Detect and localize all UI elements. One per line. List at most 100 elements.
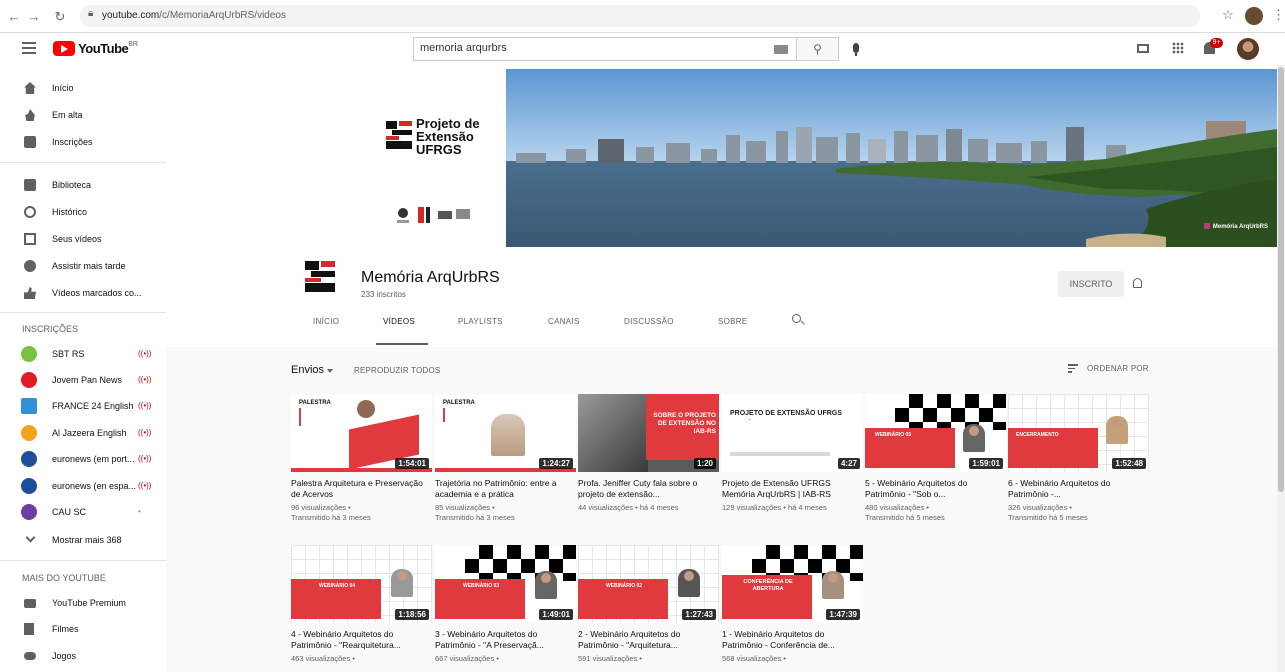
video-title[interactable]: Trajetória no Patrimônio: entre a academ… xyxy=(435,478,576,500)
sidebar-item-movies[interactable]: Filmes xyxy=(0,616,166,642)
sort-icon[interactable] xyxy=(1068,364,1078,375)
search-icon: ⚲ xyxy=(813,42,822,56)
tab-playlists[interactable]: PLAYLISTS xyxy=(458,317,503,326)
video-views: 326 visualizações • xyxy=(1008,503,1072,512)
video-title[interactable]: 3 - Webinário Arquitetos do Patrimônio -… xyxy=(435,629,576,651)
video-thumbnail[interactable]: ENCERRAMENTO 1:52:48 xyxy=(1008,394,1149,472)
video-thumbnail[interactable]: WEBINÁRIO 03 1:49:01 xyxy=(435,545,576,623)
video-thumbnail[interactable]: PROJETO DE EXTENSÃO UFRGS MEMÓRIA ARQURB… xyxy=(722,394,863,472)
browser-profile-avatar[interactable] xyxy=(1245,7,1263,25)
subscribed-button[interactable]: INSCRITO xyxy=(1058,271,1124,297)
video-duration: 1:24:27 xyxy=(539,458,573,469)
back-icon[interactable]: ← xyxy=(6,9,22,25)
video-title[interactable]: 6 - Webinário Arquitetos do Patrimônio -… xyxy=(1008,478,1149,500)
tab-discussion[interactable]: DISCUSSÃO xyxy=(624,317,674,326)
channel-avatar[interactable] xyxy=(303,259,337,293)
uploads-dropdown[interactable]: Envios xyxy=(291,364,324,376)
sidebar-channel-france24[interactable]: FRANCE 24 English ((•)) xyxy=(0,393,166,419)
scrollbar-thumb[interactable] xyxy=(1278,67,1284,492)
channel-avatar xyxy=(21,451,37,467)
search-input[interactable] xyxy=(420,42,760,54)
video-title[interactable]: 1 - Webinário Arquitetos do Patrimônio -… xyxy=(722,629,863,651)
sidebar: Início Em alta Inscrições Biblioteca His… xyxy=(0,65,166,672)
youtube-play-icon xyxy=(53,41,75,56)
reload-icon[interactable]: ↻ xyxy=(52,9,68,25)
sidebar-item-library[interactable]: Biblioteca xyxy=(0,172,166,198)
sidebar-item-home[interactable]: Início xyxy=(0,75,166,101)
sidebar-item-subscriptions[interactable]: Inscrições xyxy=(0,129,166,155)
sidebar-item-liked-videos[interactable]: Vídeos marcados co... xyxy=(0,280,166,306)
tab-home[interactable]: INÍCIO xyxy=(313,317,339,326)
sidebar-channel-cau-sc[interactable]: CAU SC • xyxy=(0,499,166,525)
hamburger-menu-icon[interactable] xyxy=(22,42,36,54)
play-all-button[interactable]: REPRODUZIR TODOS xyxy=(354,366,440,375)
sidebar-item-youtube-premium[interactable]: YouTube Premium xyxy=(0,590,166,616)
browser-menu-icon[interactable]: ⋮ xyxy=(1272,7,1285,23)
address-bar[interactable]: 🔒︎ youtube.com/c/MemoriaArqUrbRS/videos xyxy=(80,5,1200,27)
notification-bell-icon[interactable] xyxy=(1133,278,1142,288)
sort-by-button[interactable]: ORDENAR POR xyxy=(1087,364,1149,373)
video-thumbnail[interactable]: PALESTRA 1:54:01 xyxy=(291,394,432,472)
url-text: youtube.com/c/MemoriaArqUrbRS/videos xyxy=(102,10,286,21)
partner-logos xyxy=(397,207,470,223)
channel-avatar xyxy=(21,346,37,362)
video-thumbnail[interactable]: PALESTRA 1:24:27 xyxy=(435,394,576,472)
video-card[interactable]: CONFERÊNCIA DE ABERTURA 1:47:39 1 - Webi… xyxy=(722,545,863,664)
sidebar-item-trending[interactable]: Em alta xyxy=(0,102,166,128)
video-card[interactable]: PALESTRA 1:24:27 Trajetória no Patrimôni… xyxy=(435,394,576,523)
tab-channels[interactable]: CANAIS xyxy=(548,317,580,326)
video-title[interactable]: Projeto de Extensão UFRGS Memória ArqUrb… xyxy=(722,478,863,500)
sidebar-channel-euronews-es[interactable]: euronews (en espa... ((•)) xyxy=(0,473,166,499)
sidebar-channel-euronews-pt[interactable]: euronews (em port... ((•)) xyxy=(0,446,166,472)
thumb-checker-pattern xyxy=(465,545,576,581)
video-views: 85 visualizações • xyxy=(435,503,495,512)
speaker-photo xyxy=(822,571,844,599)
video-thumbnail[interactable]: CONFERÊNCIA DE ABERTURA 1:47:39 xyxy=(722,545,863,623)
video-card[interactable]: SOBRE O PROJETO DE EXTENSÃO NO IAB-RS 1:… xyxy=(578,394,719,513)
video-card[interactable]: PROJETO DE EXTENSÃO UFRGS MEMÓRIA ARQURB… xyxy=(722,394,863,513)
video-card[interactable]: WEBINÁRIO 03 1:49:01 3 - Webinário Arqui… xyxy=(435,545,576,664)
sidebar-channel-sbt-rs[interactable]: SBT RS ((•)) xyxy=(0,341,166,367)
thumb-rule xyxy=(730,452,830,456)
search-button[interactable]: ⚲ xyxy=(797,37,839,61)
video-thumbnail[interactable]: WEBINÁRIO 05 1:59:01 xyxy=(865,394,1006,472)
video-card[interactable]: ENCERRAMENTO 1:52:48 6 - Webinário Arqui… xyxy=(1008,394,1149,523)
video-title[interactable]: 2 - Webinário Arquitetos do Patrimônio -… xyxy=(578,629,719,651)
sidebar-item-history[interactable]: Histórico xyxy=(0,199,166,225)
keyboard-icon[interactable] xyxy=(774,45,788,54)
caret-down-icon[interactable] xyxy=(327,369,333,373)
forward-icon[interactable]: → xyxy=(26,9,42,25)
tab-videos[interactable]: VÍDEOS xyxy=(383,317,415,326)
video-card[interactable]: PALESTRA 1:54:01 Palestra Arquitetura e … xyxy=(291,394,432,523)
video-thumbnail[interactable]: WEBINÁRIO 02 1:27:43 xyxy=(578,545,719,623)
tab-about[interactable]: SOBRE xyxy=(718,317,748,326)
sidebar-channel-al-jazeera[interactable]: Al Jazeera English ((•)) xyxy=(0,420,166,446)
bookmark-star-icon[interactable]: ☆ xyxy=(1222,7,1234,23)
video-card[interactable]: WEBINÁRIO 04 1:18:56 4 - Webinário Arqui… xyxy=(291,545,432,664)
sidebar-item-your-videos[interactable]: Seus vídeos xyxy=(0,226,166,252)
microphone-icon[interactable] xyxy=(853,43,859,56)
video-card[interactable]: WEBINÁRIO 05 1:59:01 5 - Webinário Arqui… xyxy=(865,394,1006,523)
sidebar-item-watch-later[interactable]: Assistir mais tarde xyxy=(0,253,166,279)
gaming-icon xyxy=(24,652,36,660)
user-avatar[interactable] xyxy=(1237,38,1259,60)
library-icon xyxy=(24,179,36,191)
video-card[interactable]: WEBINÁRIO 02 1:27:43 2 - Webinário Arqui… xyxy=(578,545,719,664)
sidebar-channel-jovem-pan[interactable]: Jovem Pan News ((•)) xyxy=(0,367,166,393)
video-title[interactable]: 4 - Webinário Arquitetos do Patrimônio -… xyxy=(291,629,432,651)
new-content-dot: • xyxy=(138,507,141,516)
video-duration: 1:54:01 xyxy=(395,458,429,469)
video-title[interactable]: Profa. Jeniffer Cuty fala sobre o projet… xyxy=(578,478,719,500)
video-title[interactable]: Palestra Arquitetura e Preservação de Ac… xyxy=(291,478,432,500)
create-video-icon[interactable] xyxy=(1137,44,1149,53)
your-videos-icon xyxy=(24,233,36,245)
sidebar-show-more[interactable]: Mostrar mais 368 xyxy=(0,527,166,553)
video-thumbnail[interactable]: SOBRE O PROJETO DE EXTENSÃO NO IAB-RS 1:… xyxy=(578,394,719,472)
video-age: Transmitido há 5 meses xyxy=(1008,513,1088,522)
channel-search-icon[interactable] xyxy=(792,314,801,323)
youtube-logo[interactable]: YouTubeBR xyxy=(53,41,138,56)
video-thumbnail[interactable]: WEBINÁRIO 04 1:18:56 xyxy=(291,545,432,623)
video-title[interactable]: 5 - Webinário Arquitetos do Patrimônio -… xyxy=(865,478,1006,500)
apps-icon[interactable] xyxy=(1172,42,1184,54)
sidebar-item-gaming[interactable]: Jogos xyxy=(0,643,166,669)
